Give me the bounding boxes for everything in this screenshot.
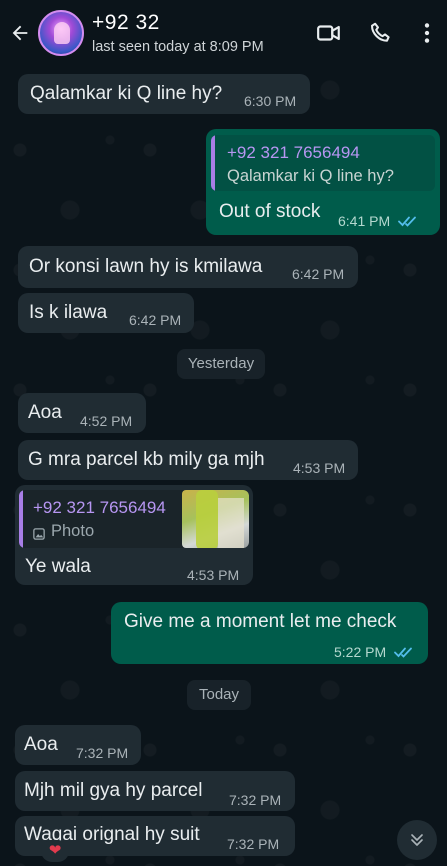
quote-author: +92 321 7656494 — [33, 498, 166, 517]
quote-text: Photo — [51, 522, 95, 540]
message-text: Qalamkar ki Q line hy? — [30, 83, 223, 104]
video-call-icon — [317, 25, 340, 41]
message-incoming[interactable]: Aoa 4:52 PM — [18, 393, 146, 433]
contact-info[interactable]: +92 32 last seen today at 8:09 PM — [92, 11, 303, 55]
message-text: Ye wala — [25, 556, 91, 577]
quote-bar — [211, 135, 215, 191]
photo-thumbnail[interactable] — [182, 490, 249, 548]
more-options-icon — [424, 23, 430, 43]
chat-header: +92 32 last seen today at 8:09 PM — [0, 0, 447, 66]
message-time: 5:22 PM — [334, 644, 387, 660]
quote-bar — [19, 490, 23, 548]
avatar[interactable] — [38, 10, 84, 56]
date-divider: Yesterday — [177, 349, 265, 379]
voice-call-button[interactable] — [355, 0, 407, 66]
quoted-photo-message[interactable]: +92 321 7656494 Photo — [19, 490, 249, 548]
date-divider: Today — [187, 680, 251, 710]
message-time: 7:32 PM — [229, 792, 282, 808]
video-call-button[interactable] — [303, 0, 355, 66]
contact-name: +92 32 — [92, 11, 160, 34]
message-text: G mra parcel kb mily ga mjh — [28, 449, 265, 470]
scroll-down-icon — [411, 834, 423, 846]
message-text: Mjh mil gya hy parcel — [24, 780, 203, 801]
message-incoming[interactable]: +92 321 7656494 Photo Ye wala 4:53 PM — [15, 485, 253, 585]
message-time: 4:53 PM — [293, 460, 346, 476]
message-time: 4:52 PM — [80, 413, 133, 429]
message-time: 6:41 PM — [338, 213, 391, 229]
message-text: Aoa — [24, 734, 58, 755]
message-incoming[interactable]: Or konsi lawn hy is kmilawa 6:42 PM — [18, 246, 358, 288]
message-time: 7:32 PM — [227, 836, 280, 852]
message-time: 7:32 PM — [76, 745, 129, 761]
photo-icon — [33, 528, 45, 540]
more-options-button[interactable] — [407, 0, 447, 66]
message-text: Is k ilawa — [29, 302, 108, 323]
message-time: 6:42 PM — [129, 312, 182, 328]
quoted-message[interactable]: +92 321 7656494 Qalamkar ki Q line hy? — [211, 135, 435, 191]
voice-call-icon — [370, 22, 390, 42]
message-incoming[interactable]: Mjh mil gya hy parcel 7:32 PM — [15, 771, 295, 811]
double-check-icon — [394, 647, 412, 658]
message-text: Aoa — [28, 402, 62, 423]
message-incoming[interactable]: Qalamkar ki Q line hy? 6:30 PM — [18, 74, 310, 114]
message-incoming[interactable]: Waqai orignal hy suit 7:32 PM ❤ — [15, 816, 295, 862]
message-time: 6:42 PM — [292, 266, 345, 282]
message-text: Give me a moment let me check — [124, 611, 397, 632]
scroll-down-button[interactable] — [397, 820, 437, 860]
message-outgoing[interactable]: Give me a moment let me check 5:22 PM — [111, 602, 428, 664]
message-text: Or konsi lawn hy is kmilawa — [29, 256, 263, 277]
message-incoming[interactable]: Is k ilawa 6:42 PM — [18, 293, 194, 333]
quote-author: +92 321 7656494 — [227, 143, 360, 162]
message-incoming[interactable]: Aoa 7:32 PM — [15, 725, 141, 765]
message-incoming[interactable]: G mra parcel kb mily ga mjh 4:53 PM — [18, 440, 358, 480]
message-list[interactable]: Qalamkar ki Q line hy? 6:30 PM +92 321 7… — [0, 66, 447, 866]
message-time: 4:53 PM — [187, 567, 240, 583]
last-seen-status: last seen today at 8:09 PM — [92, 39, 264, 55]
back-arrow-icon — [12, 25, 28, 41]
heart-reaction-icon[interactable]: ❤ — [41, 840, 69, 862]
message-outgoing[interactable]: +92 321 7656494 Qalamkar ki Q line hy? O… — [206, 129, 440, 235]
message-time: 6:30 PM — [244, 93, 297, 109]
message-text: Out of stock — [219, 201, 321, 222]
double-check-icon — [398, 216, 416, 227]
quote-text: Qalamkar ki Q line hy? — [227, 167, 394, 185]
back-button[interactable] — [2, 0, 38, 66]
